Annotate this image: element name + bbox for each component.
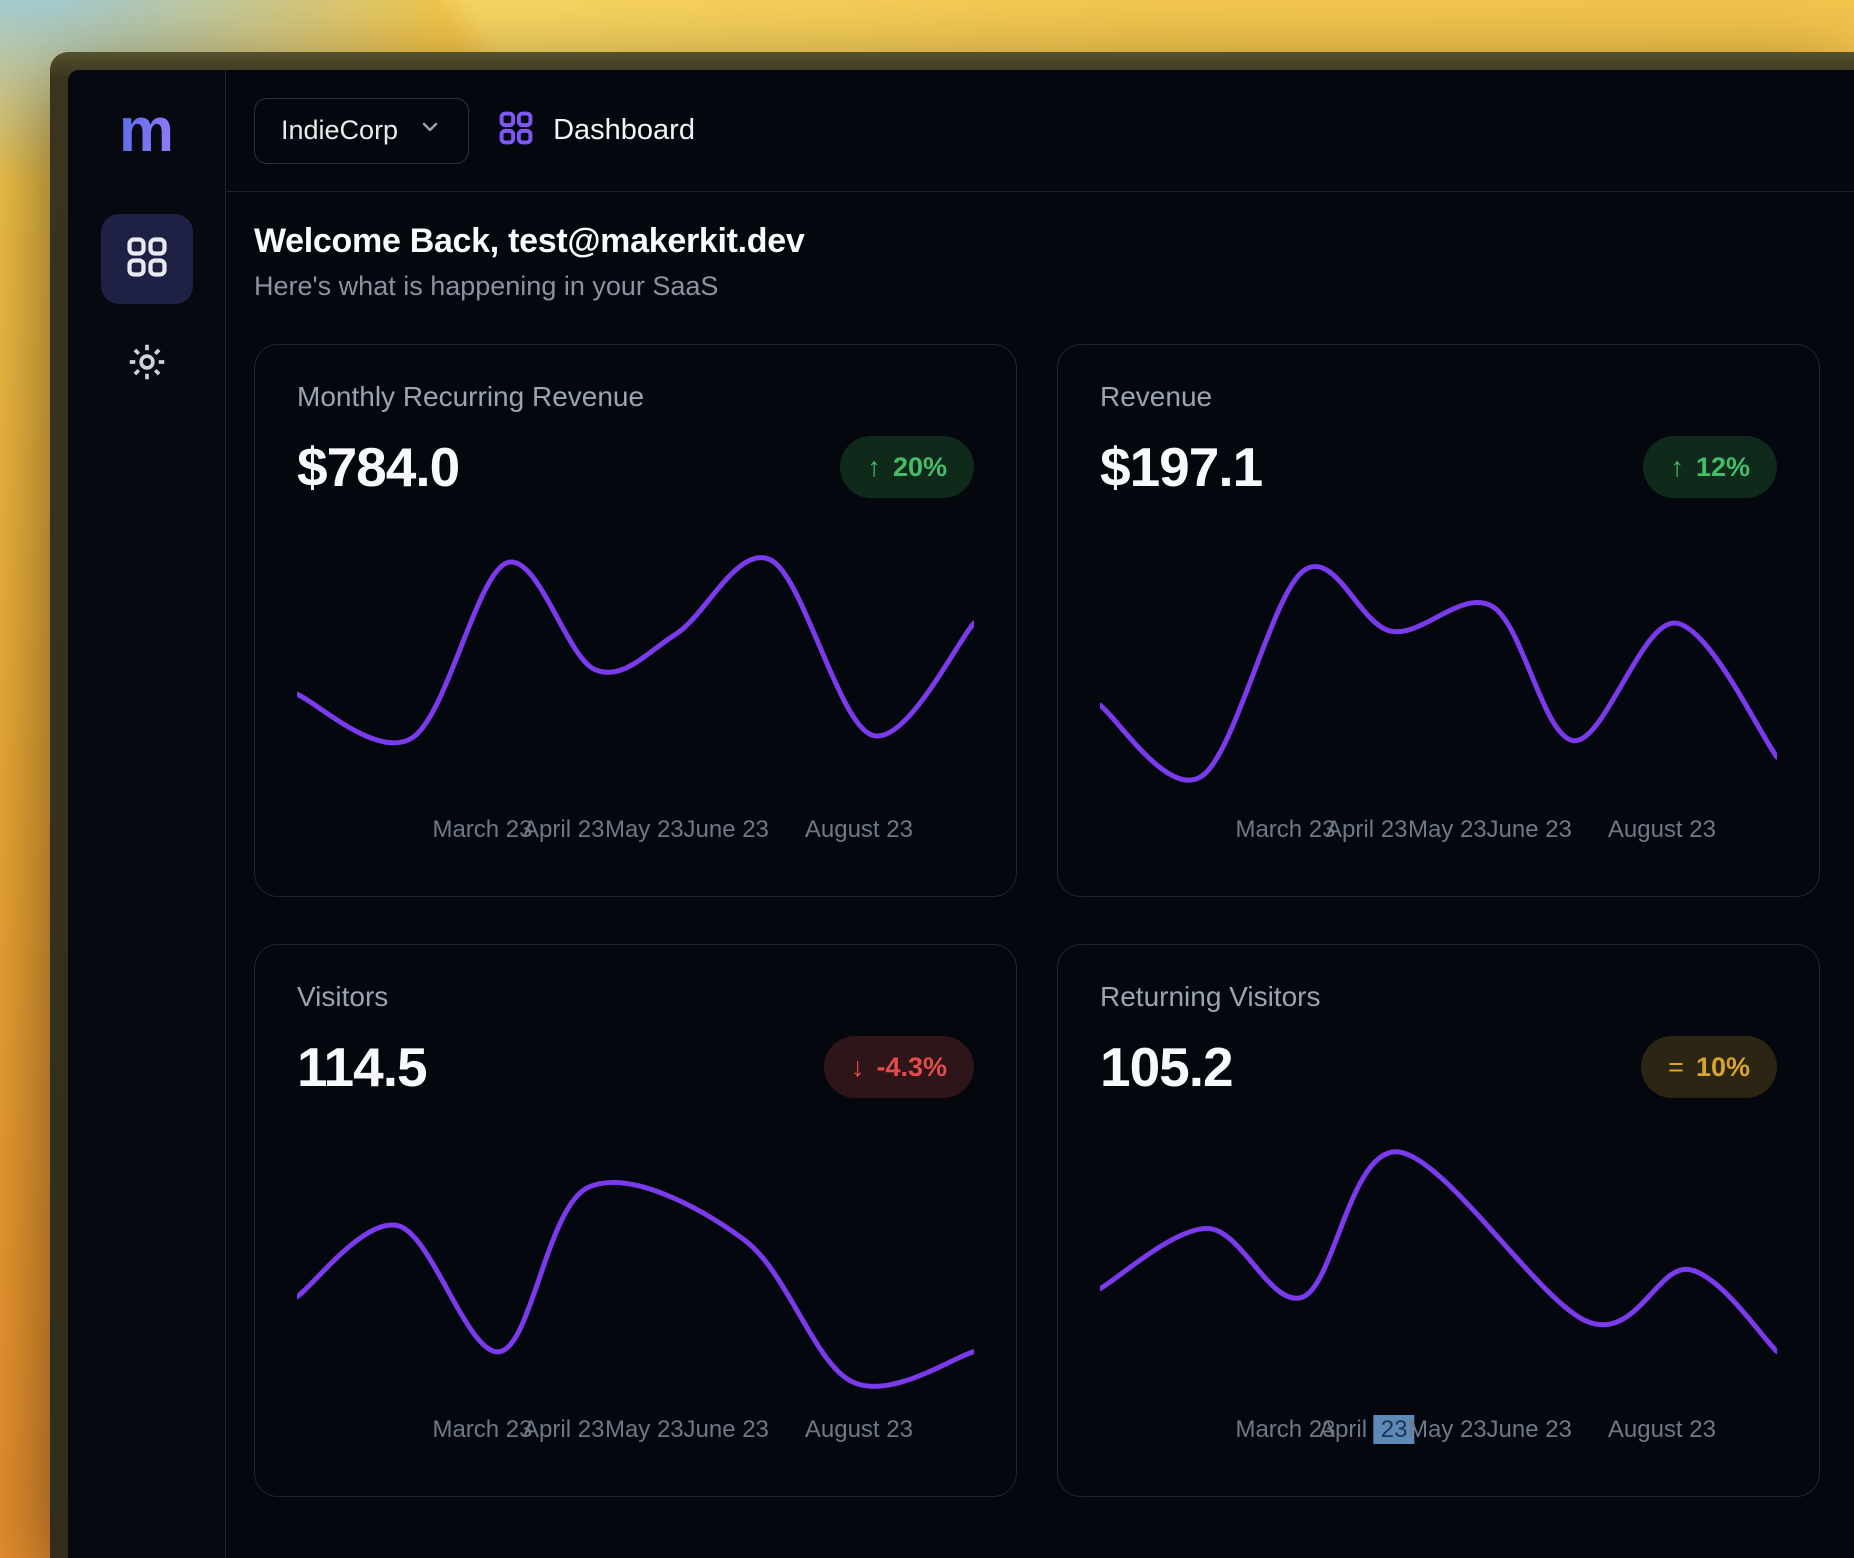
card-title: Visitors xyxy=(297,981,974,1013)
card-monthly-recurring-revenue: Monthly Recurring Revenue $784.0 ↑ 20% xyxy=(254,344,1017,897)
x-axis-tick: April 23 xyxy=(1319,1416,1414,1444)
welcome-subtitle: Here's what is happening in your SaaS xyxy=(254,271,1820,302)
trend-flat-icon: = xyxy=(1668,1052,1684,1083)
x-axis-tick: April 23 xyxy=(523,816,604,844)
x-axis-tick: May 23 xyxy=(1408,816,1487,844)
grid-icon xyxy=(124,234,170,285)
grid-icon xyxy=(497,109,535,152)
trend-label: 10% xyxy=(1696,1052,1750,1083)
breadcrumb: Dashboard xyxy=(497,109,695,152)
x-axis-tick: August 23 xyxy=(1608,1416,1716,1444)
x-axis-tick: March 23 xyxy=(1235,816,1335,844)
value-row: $197.1 ↑ 12% xyxy=(1100,435,1777,499)
value-row: 105.2 = 10% xyxy=(1100,1035,1777,1099)
screen: m xyxy=(0,0,1854,1558)
x-axis-tick: August 23 xyxy=(805,1416,913,1444)
card-visitors: Visitors 114.5 ↓ -4.3% xyxy=(254,944,1017,1497)
main-area: IndieCorp xyxy=(226,70,1854,1558)
x-axis-tick: August 23 xyxy=(805,816,913,844)
trend-badge: ↓ -4.3% xyxy=(824,1036,974,1098)
metric-cards-grid: Monthly Recurring Revenue $784.0 ↑ 20% xyxy=(254,344,1820,1497)
line-chart[interactable] xyxy=(1100,1113,1777,1412)
chevron-down-icon xyxy=(418,115,442,146)
card-title: Monthly Recurring Revenue xyxy=(297,381,974,413)
card-returning-visitors: Returning Visitors 105.2 = 10% xyxy=(1057,944,1820,1497)
trend-badge: = 10% xyxy=(1641,1036,1777,1098)
x-axis-tick: May 23 xyxy=(605,1416,684,1444)
card-revenue: Revenue $197.1 ↑ 12% Ma xyxy=(1057,344,1820,897)
x-axis-labels: March 23April 23May 23June 23 August 23 xyxy=(297,1416,974,1446)
topbar: IndieCorp xyxy=(226,70,1854,192)
trend-label: 20% xyxy=(893,452,947,483)
x-axis-labels: March 23April 23May 23June 23 August 23 xyxy=(1100,816,1777,846)
app-frame: m xyxy=(68,70,1854,1558)
x-axis-tick: May 23 xyxy=(1408,1416,1487,1444)
value-row: 114.5 ↓ -4.3% xyxy=(297,1035,974,1099)
trend-label: -4.3% xyxy=(876,1052,947,1083)
metric-value: $784.0 xyxy=(297,435,459,499)
trend-up-icon: ↑ xyxy=(867,452,881,483)
x-axis-labels: March 23April 23May 23June 23 August 23 xyxy=(297,816,974,846)
line-chart[interactable] xyxy=(297,513,974,812)
x-axis-tick: June 23 xyxy=(1487,1416,1572,1444)
sidebar-item-settings[interactable] xyxy=(101,332,193,396)
trend-badge: ↑ 20% xyxy=(840,436,974,498)
gear-icon xyxy=(125,340,169,389)
x-axis-tick: June 23 xyxy=(684,1416,769,1444)
x-axis-tick: June 23 xyxy=(1487,816,1572,844)
trend-label: 12% xyxy=(1696,452,1750,483)
value-row: $784.0 ↑ 20% xyxy=(297,435,974,499)
x-axis-tick: April 23 xyxy=(1326,816,1407,844)
line-chart[interactable] xyxy=(1100,513,1777,812)
dashboard-content: Welcome Back, test@makerkit.dev Here's w… xyxy=(226,192,1854,1558)
trend-up-icon: ↑ xyxy=(1670,452,1684,483)
x-axis-tick: April 23 xyxy=(523,1416,604,1444)
page-title: Dashboard xyxy=(553,114,695,147)
metric-value: $197.1 xyxy=(1100,435,1262,499)
x-axis-tick: June 23 xyxy=(684,816,769,844)
welcome-heading: Welcome Back, test@makerkit.dev xyxy=(254,222,1820,261)
trend-badge: ↑ 12% xyxy=(1643,436,1777,498)
x-axis-tick: March 23 xyxy=(432,816,532,844)
makerkit-logo[interactable]: m xyxy=(119,100,174,162)
sidebar-item-dashboard[interactable] xyxy=(101,214,193,304)
x-axis-labels: March 23April 23May 23June 23August 23 xyxy=(1100,1416,1777,1446)
card-title: Returning Visitors xyxy=(1100,981,1777,1013)
metric-value: 105.2 xyxy=(1100,1035,1233,1099)
x-axis-tick: May 23 xyxy=(605,816,684,844)
metric-value: 114.5 xyxy=(297,1035,427,1099)
sidebar: m xyxy=(68,70,226,1558)
line-chart[interactable] xyxy=(297,1113,974,1412)
org-selector-button[interactable]: IndieCorp xyxy=(254,98,469,164)
x-axis-tick: August 23 xyxy=(1608,816,1716,844)
trend-down-icon: ↓ xyxy=(851,1052,865,1083)
app-window: m xyxy=(50,52,1854,1558)
card-title: Revenue xyxy=(1100,381,1777,413)
org-name: IndieCorp xyxy=(281,115,398,146)
x-axis-tick: March 23 xyxy=(432,1416,532,1444)
